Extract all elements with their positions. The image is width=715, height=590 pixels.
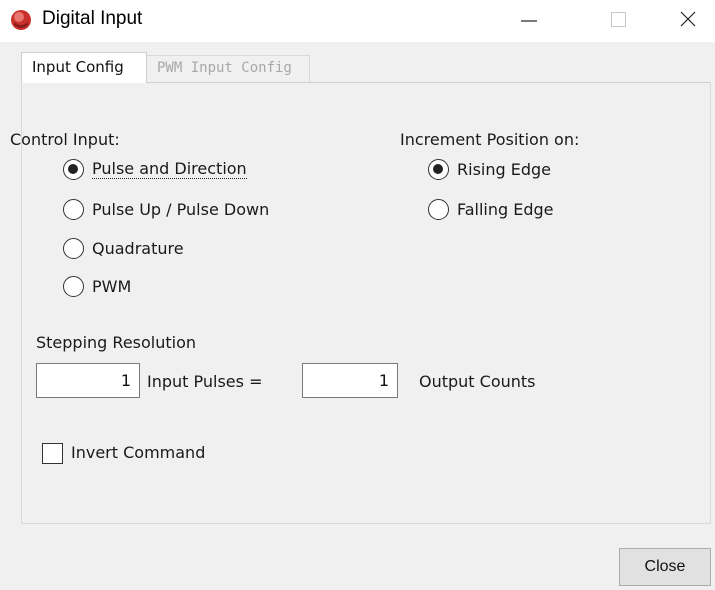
control-input-heading: Control Input: (10, 130, 120, 149)
stepping-resolution-heading: Stepping Resolution (36, 333, 197, 352)
output-counts-field[interactable]: 1 (302, 363, 398, 398)
radio-button[interactable] (63, 275, 84, 297)
increment-position-heading: Increment Position on: (400, 130, 580, 149)
app-logo-icon (11, 10, 31, 30)
radio-label: Rising Edge (457, 159, 551, 179)
radio-label: Pulse and Direction (92, 158, 247, 179)
window-title: Digital Input (42, 8, 143, 29)
radio-button[interactable] (428, 198, 449, 220)
radio-pulse-up-pulse-down[interactable]: Pulse Up / Pulse Down (63, 197, 269, 221)
radio-button[interactable] (63, 158, 84, 180)
radio-button[interactable] (63, 237, 84, 259)
maximize-icon[interactable] (595, 0, 641, 42)
tab-pwm-input-config[interactable]: PWM Input Config (146, 55, 310, 82)
radio-button[interactable] (63, 198, 84, 220)
radio-quadrature[interactable]: Quadrature (63, 236, 184, 260)
radio-label: Pulse Up / Pulse Down (92, 199, 270, 219)
title-bar: Digital Input (0, 0, 715, 42)
invert-command-label: Invert Command (71, 443, 206, 462)
radio-label: PWM (92, 276, 132, 296)
tab-input-config[interactable]: Input Config (21, 52, 147, 83)
radio-pwm[interactable]: PWM (63, 274, 131, 298)
radio-label: Quadrature (92, 238, 184, 258)
radio-button[interactable] (428, 158, 449, 180)
radio-pulse-and-direction[interactable]: Pulse and Direction (63, 157, 247, 181)
invert-command-checkbox[interactable] (42, 443, 63, 464)
input-pulses-field[interactable]: 1 (36, 363, 140, 398)
input-pulses-label: Input Pulses = (147, 372, 263, 391)
radio-rising-edge[interactable]: Rising Edge (428, 157, 551, 181)
radio-falling-edge[interactable]: Falling Edge (428, 197, 554, 221)
close-button[interactable]: Close (619, 548, 711, 586)
close-icon[interactable] (665, 0, 711, 42)
minimize-icon[interactable] (505, 0, 551, 42)
radio-label: Falling Edge (457, 199, 554, 219)
output-counts-label: Output Counts (419, 372, 536, 391)
